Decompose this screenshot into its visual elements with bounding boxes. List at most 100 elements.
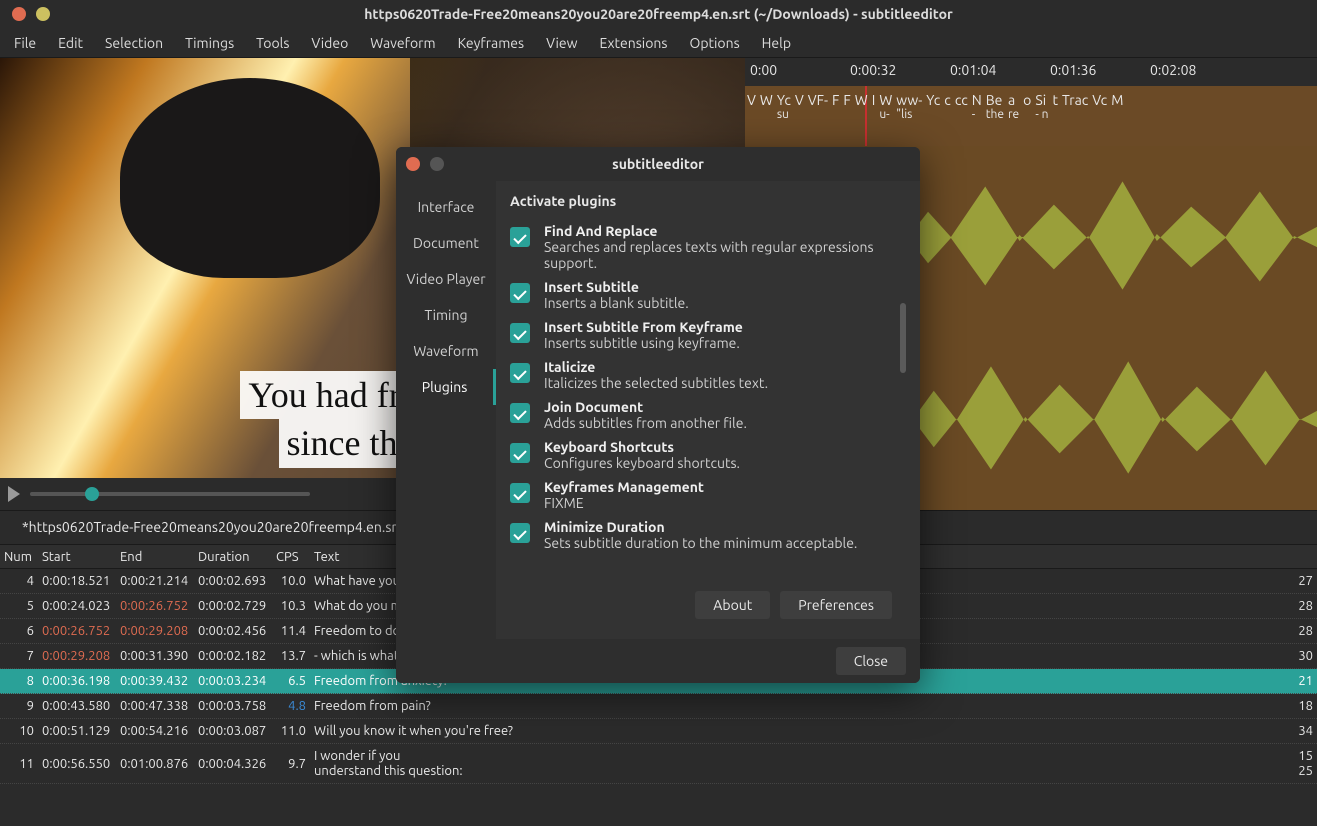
about-button[interactable]: About — [695, 591, 770, 619]
window-titlebar: https0620Trade-Free20means20you20are20fr… — [0, 0, 1317, 28]
plugin-desc: Sets subtitle duration to the minimum ac… — [544, 535, 857, 551]
ruler-tick: 0:00 — [750, 62, 777, 78]
waveform-ruler[interactable]: 0:000:00:320:01:040:01:360:02:08 — [745, 58, 1317, 86]
wave-snippet[interactable]: Vc — [1090, 92, 1109, 108]
dialog-sidebar: InterfaceDocumentVideo PlayerTimingWavef… — [396, 181, 496, 639]
wave-snippet[interactable]: N- — [970, 92, 984, 121]
plugin-row[interactable]: Insert SubtitleInserts a blank subtitle. — [510, 275, 906, 315]
wave-snippet[interactable]: ww-"lis — [894, 92, 924, 121]
window-title: https0620Trade-Free20means20you20are20fr… — [0, 6, 1317, 22]
menu-video[interactable]: Video — [301, 31, 358, 55]
plugin-name: Keyframes Management — [544, 479, 704, 495]
menu-view[interactable]: View — [536, 31, 587, 55]
wave-snippet[interactable]: c — [942, 92, 953, 108]
plugin-name: Italicize — [544, 359, 768, 375]
plugin-row[interactable]: Keyframes ManagementFIXME — [510, 475, 906, 515]
table-row[interactable]: 100:00:51.1290:00:54.2160:00:03.08711.0W… — [0, 719, 1317, 744]
wave-snippet[interactable]: Ycsu — [775, 92, 793, 121]
plugin-name: Insert Subtitle From Keyframe — [544, 319, 743, 335]
col-start[interactable]: Start — [38, 550, 116, 564]
plugin-name: Join Document — [544, 399, 747, 415]
plugin-row[interactable]: Join DocumentAdds subtitles from another… — [510, 395, 906, 435]
col-num[interactable]: Num — [0, 550, 38, 564]
plugin-desc: Configures keyboard shortcuts. — [544, 455, 740, 471]
plugin-row[interactable]: Insert Subtitle From KeyframeInserts sub… — [510, 315, 906, 355]
menu-timings[interactable]: Timings — [175, 31, 244, 55]
checkbox-icon[interactable] — [510, 483, 530, 503]
wave-snippet[interactable]: V — [793, 92, 806, 108]
wave-snippet[interactable]: cc — [953, 92, 970, 108]
waveform-text-track[interactable]: VWYcsuVVF-FFWIWu-ww-"lisYccccN-Betheareo… — [745, 86, 1317, 146]
dialog-heading: Activate plugins — [510, 193, 906, 209]
close-button[interactable]: Close — [836, 647, 906, 675]
wave-snippet[interactable]: t — [1050, 92, 1060, 108]
menu-extensions[interactable]: Extensions — [589, 31, 677, 55]
document-tab[interactable]: *https0620Trade-Free20means20you20are20f… — [12, 515, 435, 540]
wave-snippet[interactable]: Si- n — [1033, 92, 1050, 121]
menu-keyframes[interactable]: Keyframes — [448, 31, 535, 55]
dialog-title: subtitleeditor — [396, 156, 920, 172]
plugin-row[interactable]: Keyboard ShortcutsConfigures keyboard sh… — [510, 435, 906, 475]
plugin-desc: Searches and replaces texts with regular… — [544, 239, 874, 271]
col-cps[interactable]: CPS — [272, 550, 310, 564]
wave-snippet[interactable]: o — [1021, 92, 1033, 108]
table-row[interactable]: 110:00:56.5500:01:00.8760:00:04.3269.7I … — [0, 744, 1317, 784]
plugin-row[interactable]: Minimize DurationSets subtitle duration … — [510, 515, 906, 555]
wave-snippet[interactable]: VF- — [806, 92, 830, 108]
menu-file[interactable]: File — [4, 31, 46, 55]
plugin-desc: Adds subtitles from another file. — [544, 415, 747, 431]
tab-label: *https0620Trade-Free20means20you20are20f… — [22, 519, 402, 535]
plugin-desc: FIXME — [544, 495, 584, 511]
wave-snippet[interactable]: F — [841, 92, 852, 108]
preferences-dialog: subtitleeditor InterfaceDocumentVideo Pl… — [396, 147, 920, 683]
col-end[interactable]: End — [116, 550, 194, 564]
plugin-desc: Inserts a blank subtitle. — [544, 295, 689, 311]
checkbox-icon[interactable] — [510, 283, 530, 303]
wave-snippet[interactable]: Wu- — [877, 92, 894, 121]
wave-snippet[interactable]: W — [853, 92, 870, 108]
plugin-desc: Inserts subtitle using keyframe. — [544, 335, 740, 351]
sidebar-item-document[interactable]: Document — [396, 225, 496, 261]
wave-snippet[interactable]: are — [1006, 92, 1021, 121]
preferences-button[interactable]: Preferences — [780, 591, 892, 619]
checkbox-icon[interactable] — [510, 227, 530, 247]
menubar: FileEditSelectionTimingsToolsVideoWavefo… — [0, 28, 1317, 58]
wave-snippet[interactable]: F — [830, 92, 841, 108]
play-icon[interactable] — [8, 486, 20, 502]
sidebar-item-interface[interactable]: Interface — [396, 189, 496, 225]
plugin-name: Minimize Duration — [544, 519, 857, 535]
checkbox-icon[interactable] — [510, 403, 530, 423]
plugin-list[interactable]: Find And ReplaceSearches and replaces te… — [510, 219, 906, 583]
col-duration[interactable]: Duration — [194, 550, 272, 564]
plugin-row[interactable]: Find And ReplaceSearches and replaces te… — [510, 219, 906, 275]
wave-snippet[interactable]: Yc — [924, 92, 942, 108]
plugin-name: Find And Replace — [544, 223, 906, 239]
checkbox-icon[interactable] — [510, 323, 530, 343]
menu-options[interactable]: Options — [679, 31, 749, 55]
sidebar-item-timing[interactable]: Timing — [396, 297, 496, 333]
sidebar-item-waveform[interactable]: Waveform — [396, 333, 496, 369]
seek-slider[interactable] — [30, 492, 310, 496]
wave-snippet[interactable]: Bethe — [984, 92, 1006, 121]
wave-snippet[interactable]: I — [870, 92, 878, 108]
sidebar-item-video-player[interactable]: Video Player — [396, 261, 496, 297]
checkbox-icon[interactable] — [510, 523, 530, 543]
table-row[interactable]: 90:00:43.5800:00:47.3380:00:03.7584.8Fre… — [0, 694, 1317, 719]
checkbox-icon[interactable] — [510, 443, 530, 463]
ruler-tick: 0:01:36 — [1050, 62, 1096, 78]
menu-tools[interactable]: Tools — [246, 31, 299, 55]
wave-snippet[interactable]: Trac — [1060, 92, 1090, 108]
sidebar-item-plugins[interactable]: Plugins — [396, 369, 496, 405]
wave-snippet[interactable]: W — [758, 92, 775, 108]
seek-thumb[interactable] — [85, 487, 99, 501]
wave-snippet[interactable]: M — [1109, 92, 1125, 108]
menu-edit[interactable]: Edit — [48, 31, 93, 55]
menu-waveform[interactable]: Waveform — [360, 31, 445, 55]
menu-help[interactable]: Help — [752, 31, 801, 55]
checkbox-icon[interactable] — [510, 363, 530, 383]
wave-snippet[interactable]: V — [745, 92, 758, 108]
menu-selection[interactable]: Selection — [95, 31, 173, 55]
scrollbar-thumb[interactable] — [900, 303, 906, 373]
plugin-row[interactable]: ItalicizeItalicizes the selected subtitl… — [510, 355, 906, 395]
ruler-tick: 0:00:32 — [850, 62, 896, 78]
